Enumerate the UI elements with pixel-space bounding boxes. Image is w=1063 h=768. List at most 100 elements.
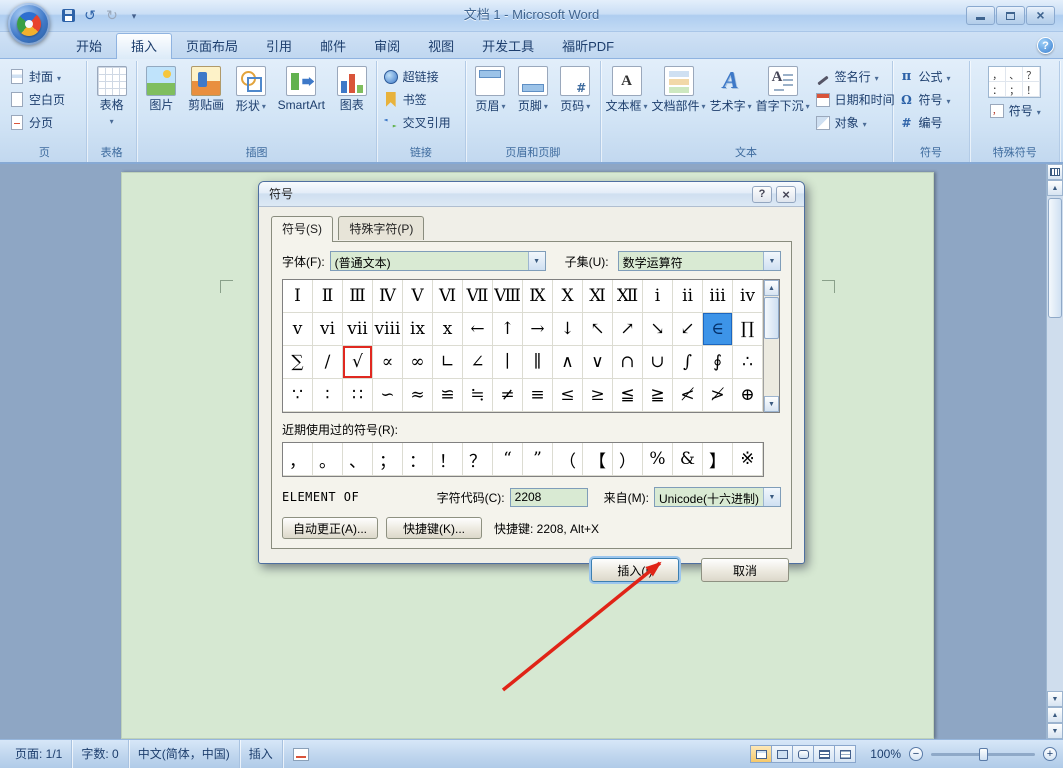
zoom-level[interactable]: 100%: [870, 747, 901, 761]
symbol-cell[interactable]: Ⅲ: [343, 280, 373, 313]
symbol-cell[interactable]: ≡: [523, 379, 553, 412]
drop-cap-button[interactable]: 首字下沉: [754, 63, 812, 114]
symbol-cell[interactable]: ∟: [433, 346, 463, 379]
ribbon-tab[interactable]: 插入: [116, 33, 172, 59]
symbol-cell[interactable]: ∈: [703, 313, 733, 346]
symbol-cell[interactable]: ↘: [643, 313, 673, 346]
symbol-cell[interactable]: →: [523, 313, 553, 346]
ribbon-tab[interactable]: 视图: [414, 35, 468, 59]
special-symbol-cell[interactable]: ，: [989, 67, 1006, 82]
symbol-cell[interactable]: ∠: [463, 346, 493, 379]
ribbon-tab[interactable]: 邮件: [306, 35, 360, 59]
page-indicator[interactable]: 页面: 1/1: [6, 740, 72, 768]
fullscreen-reading-view-button[interactable]: [771, 745, 793, 763]
insert-mode-indicator[interactable]: 插入: [240, 740, 283, 768]
special-symbol-cell[interactable]: ！: [1023, 82, 1040, 97]
symbol-cell[interactable]: ⅳ: [733, 280, 763, 313]
date-time-button[interactable]: 日期和时间: [812, 89, 900, 110]
symbol-cell[interactable]: Ⅷ: [493, 280, 523, 313]
symbol-cell[interactable]: ↗: [613, 313, 643, 346]
symbol-cell[interactable]: ⅴ: [283, 313, 313, 346]
scrollbar-track[interactable]: [1047, 196, 1063, 691]
symbol-grid-scrollbar[interactable]: [763, 279, 780, 413]
blank-page-button[interactable]: 空白页: [6, 89, 83, 110]
close-button[interactable]: [1026, 6, 1055, 25]
word-count[interactable]: 字数: 0: [72, 740, 128, 768]
symbol-cell[interactable]: ∧: [553, 346, 583, 379]
symbol-cell[interactable]: Ⅶ: [463, 280, 493, 313]
recent-symbol-cell[interactable]: ”: [523, 443, 553, 476]
recent-symbol-cell[interactable]: 】: [703, 443, 733, 476]
zoom-slider-thumb[interactable]: [979, 748, 988, 761]
scroll-down-button[interactable]: [764, 396, 779, 412]
recent-symbol-cell[interactable]: 【: [583, 443, 613, 476]
symbol-cell[interactable]: ∏: [733, 313, 763, 346]
symbol-cell[interactable]: Ⅵ: [433, 280, 463, 313]
symbol-cell[interactable]: ∷: [343, 379, 373, 412]
scroll-up-button[interactable]: [764, 280, 779, 296]
cover-page-button[interactable]: 封面: [6, 66, 83, 87]
symbol-cell[interactable]: ↓: [553, 313, 583, 346]
vertical-scrollbar[interactable]: [1046, 164, 1063, 739]
recent-symbol-cell[interactable]: ：: [403, 443, 433, 476]
symbol-cell[interactable]: ≒: [463, 379, 493, 412]
special-symbol-cell[interactable]: ：: [989, 82, 1006, 97]
language-indicator[interactable]: 中文(简体，中国): [129, 740, 240, 768]
symbol-cell[interactable]: ∣: [493, 346, 523, 379]
autocorrect-button[interactable]: 自动更正(A)...: [282, 517, 378, 539]
symbol-cell[interactable]: ≈: [403, 379, 433, 412]
cancel-button[interactable]: 取消: [701, 558, 789, 582]
object-button[interactable]: 对象: [812, 112, 900, 133]
recent-symbol-cell[interactable]: 。: [313, 443, 343, 476]
special-symbol-cell[interactable]: ？: [1023, 67, 1040, 82]
subset-dropdown[interactable]: 数学运算符: [618, 251, 781, 271]
office-button[interactable]: [8, 3, 50, 45]
zoom-in-button[interactable]: +: [1043, 747, 1057, 761]
symbol-cell[interactable]: ≦: [613, 379, 643, 412]
chevron-down-icon[interactable]: [763, 252, 780, 270]
recent-symbol-cell[interactable]: 、: [343, 443, 373, 476]
symbol-cell[interactable]: ∨: [583, 346, 613, 379]
ribbon-tab[interactable]: 审阅: [360, 35, 414, 59]
symbol-cell[interactable]: ←: [463, 313, 493, 346]
symbol-cell[interactable]: ≯: [703, 379, 733, 412]
dialog-title-bar[interactable]: 符号: [259, 182, 804, 207]
recent-symbol-cell[interactable]: ※: [733, 443, 763, 476]
symbol-cell[interactable]: ⅶ: [343, 313, 373, 346]
recent-symbol-cell[interactable]: ；: [373, 443, 403, 476]
symbol-cell[interactable]: ⅷ: [373, 313, 403, 346]
quick-parts-button[interactable]: 文档部件: [650, 63, 708, 114]
symbol-cell[interactable]: ∶: [313, 379, 343, 412]
symbol-cell[interactable]: Ⅱ: [313, 280, 343, 313]
previous-page-button[interactable]: [1047, 707, 1063, 723]
symbol-cell[interactable]: ∞: [403, 346, 433, 379]
web-layout-view-button[interactable]: [792, 745, 814, 763]
font-dropdown[interactable]: (普通文本): [330, 251, 546, 271]
symbol-cell[interactable]: √: [343, 346, 373, 379]
recent-symbol-cell[interactable]: ！: [433, 443, 463, 476]
symbol-cell[interactable]: ≤: [553, 379, 583, 412]
scrollbar-track[interactable]: [764, 296, 779, 396]
page-number-button[interactable]: 页码: [558, 63, 592, 114]
symbol-cell[interactable]: ∩: [613, 346, 643, 379]
ribbon-tab[interactable]: 开始: [62, 35, 116, 59]
tab-symbols[interactable]: 符号(S): [271, 216, 333, 242]
dialog-close-button[interactable]: [776, 186, 796, 203]
special-symbol-button[interactable]: ， 符号: [986, 100, 1044, 121]
symbol-cell[interactable]: Ⅹ: [553, 280, 583, 313]
textbox-button[interactable]: 文本框: [604, 63, 650, 114]
scroll-down-button[interactable]: [1047, 691, 1063, 707]
signature-line-button[interactable]: 签名行: [812, 66, 900, 87]
recent-symbol-cell[interactable]: ，: [283, 443, 313, 476]
symbol-cell[interactable]: ≧: [643, 379, 673, 412]
symbol-cell[interactable]: Ⅰ: [283, 280, 313, 313]
scroll-up-button[interactable]: [1047, 180, 1063, 196]
wordart-button[interactable]: 艺术字: [708, 63, 754, 114]
symbol-cell[interactable]: ∕: [313, 346, 343, 379]
ribbon-tab[interactable]: 引用: [252, 35, 306, 59]
smartart-button[interactable]: SmartArt: [276, 63, 327, 113]
symbol-cell[interactable]: ∮: [703, 346, 733, 379]
symbol-cell[interactable]: Ⅳ: [373, 280, 403, 313]
print-layout-view-button[interactable]: [750, 745, 772, 763]
tab-special-characters[interactable]: 特殊字符(P): [338, 216, 424, 240]
